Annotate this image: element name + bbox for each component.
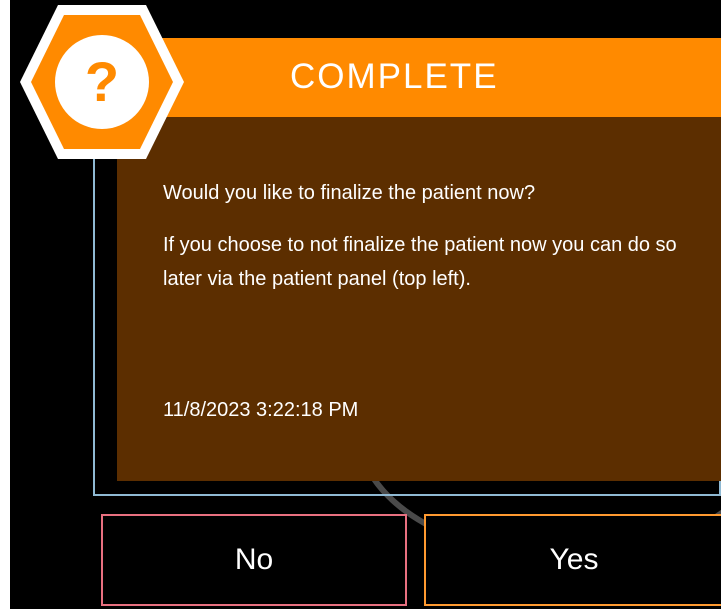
message-detail: If you choose to not finalize the patien… bbox=[163, 234, 677, 290]
no-button-label: No bbox=[234, 543, 274, 576]
no-button[interactable]: No bbox=[101, 514, 407, 606]
question-mark-glyph: ? bbox=[85, 50, 119, 113]
message-question: Would you like to finalize the patient n… bbox=[163, 182, 536, 204]
dialog-title: COMPLETE bbox=[290, 57, 499, 96]
yes-button-label: Yes bbox=[549, 543, 599, 576]
question-mark-icon: ? bbox=[18, 3, 186, 161]
timestamp: 11/8/2023 3:22:18 PM bbox=[163, 399, 359, 421]
yes-button[interactable]: Yes bbox=[424, 514, 721, 606]
dialog-message: Would you like to finalize the patient n… bbox=[163, 176, 683, 314]
